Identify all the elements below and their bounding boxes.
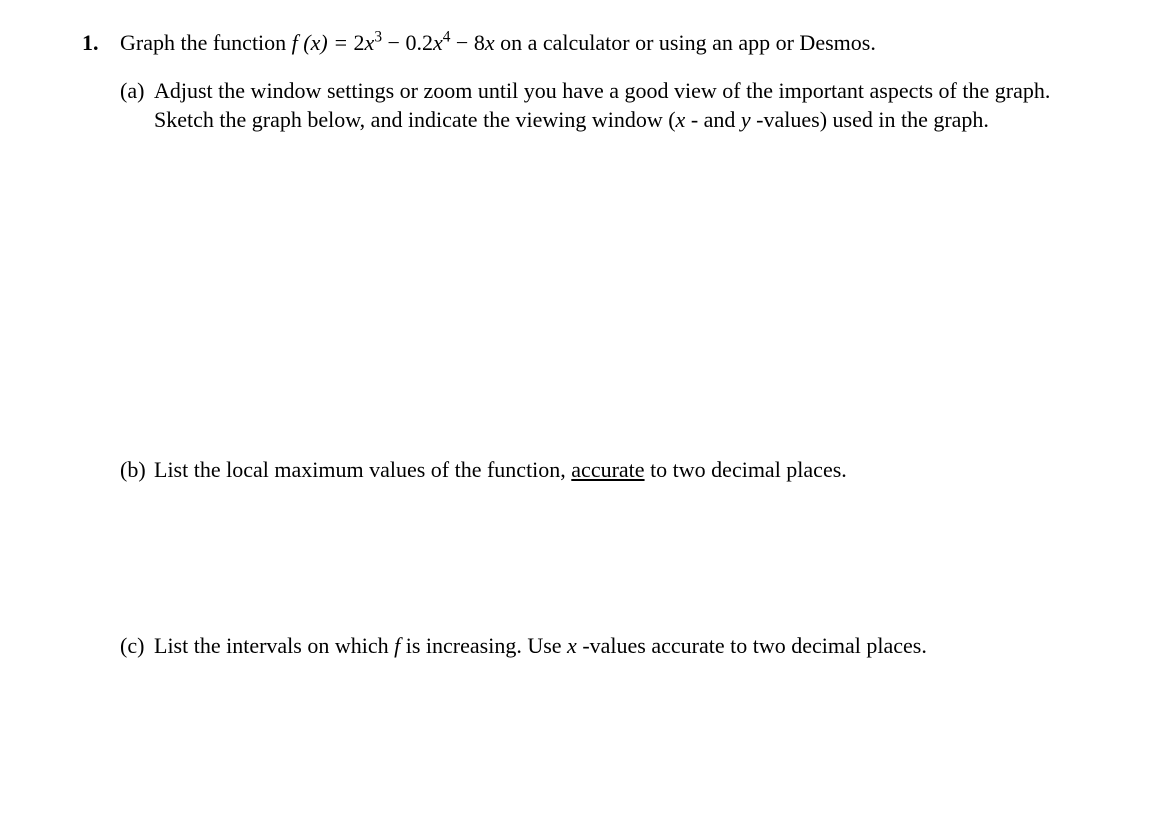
stem-after: on a calculator or using an app or Desmo… bbox=[495, 30, 876, 55]
part-a-x: x bbox=[676, 107, 686, 132]
part-b-underlined: accurate bbox=[571, 457, 644, 482]
function-expression: f (x) = 2x3 − 0.2x4 − 8x bbox=[292, 30, 495, 55]
part-a-line2-before: Sketch the graph below, and indicate the… bbox=[154, 107, 676, 132]
part-a-label: (a) bbox=[120, 76, 154, 106]
problem-number: 1. bbox=[82, 28, 120, 58]
term3-var: x bbox=[485, 30, 495, 55]
part-a: (a) Adjust the window settings or zoom u… bbox=[120, 76, 1110, 135]
minus2: − bbox=[450, 30, 473, 55]
term3-coeff: 8 bbox=[474, 30, 485, 55]
part-a-line1: Adjust the window settings or zoom until… bbox=[154, 78, 1050, 103]
part-b: (b) List the local maximum values of the… bbox=[120, 455, 1110, 485]
part-a-y: y bbox=[741, 107, 751, 132]
term1-exp: 3 bbox=[374, 29, 382, 46]
part-b-after: to two decimal places. bbox=[645, 457, 847, 482]
answer-space-b bbox=[120, 485, 1110, 631]
term1-var: x bbox=[365, 30, 375, 55]
term1-coeff: 2 bbox=[354, 30, 365, 55]
term2-var: x bbox=[433, 30, 443, 55]
sketch-space bbox=[120, 135, 1110, 455]
part-c-label: (c) bbox=[120, 631, 154, 661]
stem-before: Graph the function bbox=[120, 30, 292, 55]
subparts: (a) Adjust the window settings or zoom u… bbox=[120, 76, 1110, 661]
problem-1: 1. Graph the function f (x) = 2x3 − 0.2x… bbox=[82, 28, 1110, 58]
part-c-x: x bbox=[567, 633, 577, 658]
problem-stem: Graph the function f (x) = 2x3 − 0.2x4 −… bbox=[120, 28, 876, 58]
part-c-after: -values accurate to two decimal places. bbox=[577, 633, 927, 658]
part-a-line2-after: -values) used in the graph. bbox=[751, 107, 989, 132]
part-a-body: Adjust the window settings or zoom until… bbox=[154, 76, 1110, 135]
part-c: (c) List the intervals on which f is inc… bbox=[120, 631, 1110, 661]
part-c-before: List the intervals on which bbox=[154, 633, 394, 658]
func-lhs: f (x) = bbox=[292, 30, 354, 55]
part-a-line2-mid: - and bbox=[685, 107, 741, 132]
minus1: − bbox=[382, 30, 405, 55]
part-b-body: List the local maximum values of the fun… bbox=[154, 455, 1110, 485]
term2-coeff: 0.2 bbox=[405, 30, 433, 55]
part-c-body: List the intervals on which f is increas… bbox=[154, 631, 1110, 661]
part-b-label: (b) bbox=[120, 455, 154, 485]
part-c-mid: is increasing. Use bbox=[400, 633, 567, 658]
part-b-before: List the local maximum values of the fun… bbox=[154, 457, 571, 482]
